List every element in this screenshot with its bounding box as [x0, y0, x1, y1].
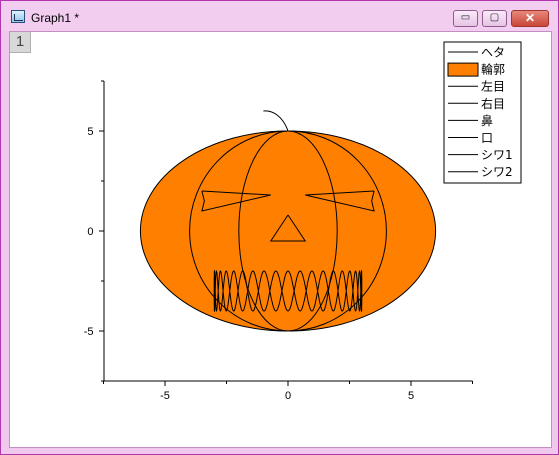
series-body-outline — [139, 130, 437, 332]
legend-label: シワ2 — [481, 165, 513, 179]
y-tick-label: 0 — [87, 226, 93, 238]
minimize-button[interactable]: ▭ — [453, 10, 478, 27]
legend-label: 鼻 — [481, 113, 493, 128]
legend-label: 右目 — [481, 96, 505, 111]
x-tick-label: 0 — [285, 390, 291, 402]
y-tick-label: -5 — [84, 326, 94, 338]
window-title: Graph1 * — [31, 11, 80, 25]
graph-window-icon[interactable] — [11, 10, 25, 23]
close-icon: ✕ — [524, 11, 536, 25]
x-tick-label: 5 — [408, 390, 414, 402]
graph-page[interactable]: 1 -5 0 5 -5 0 5 ヘタ 輪郭 左目 右目鼻口シワ1 シワ2 — [9, 31, 552, 448]
maximize-icon: ▢ — [489, 12, 500, 23]
series-stem — [263, 110, 289, 132]
x-tick-label: -5 — [160, 390, 170, 402]
legend-swatch-fill — [447, 62, 479, 77]
legend-label: 口 — [481, 131, 493, 145]
maximize-button[interactable]: ▢ — [482, 10, 507, 27]
plot-area[interactable]: -5 0 5 -5 0 5 ヘタ輪郭左目右目鼻口シワ1 シワ2 — [10, 32, 551, 447]
legend-label: ヘタ — [481, 46, 505, 60]
close-button[interactable]: ✕ — [511, 10, 549, 27]
legend-label: 輪郭 — [481, 62, 505, 77]
minimize-icon: ▭ — [460, 12, 471, 23]
legend-label: 左目 — [481, 79, 505, 94]
legend-label: シワ1 — [481, 148, 513, 162]
title-bar[interactable]: Graph1 * ▭ ▢ ✕ — [1, 1, 558, 31]
y-tick-label: 5 — [87, 126, 93, 138]
graph-window: Graph1 * ▭ ▢ ✕ 1 -5 0 5 -5 0 5 ヘタ 輪郭 左目 右目鼻口シワ1 シワ… — [0, 0, 559, 455]
